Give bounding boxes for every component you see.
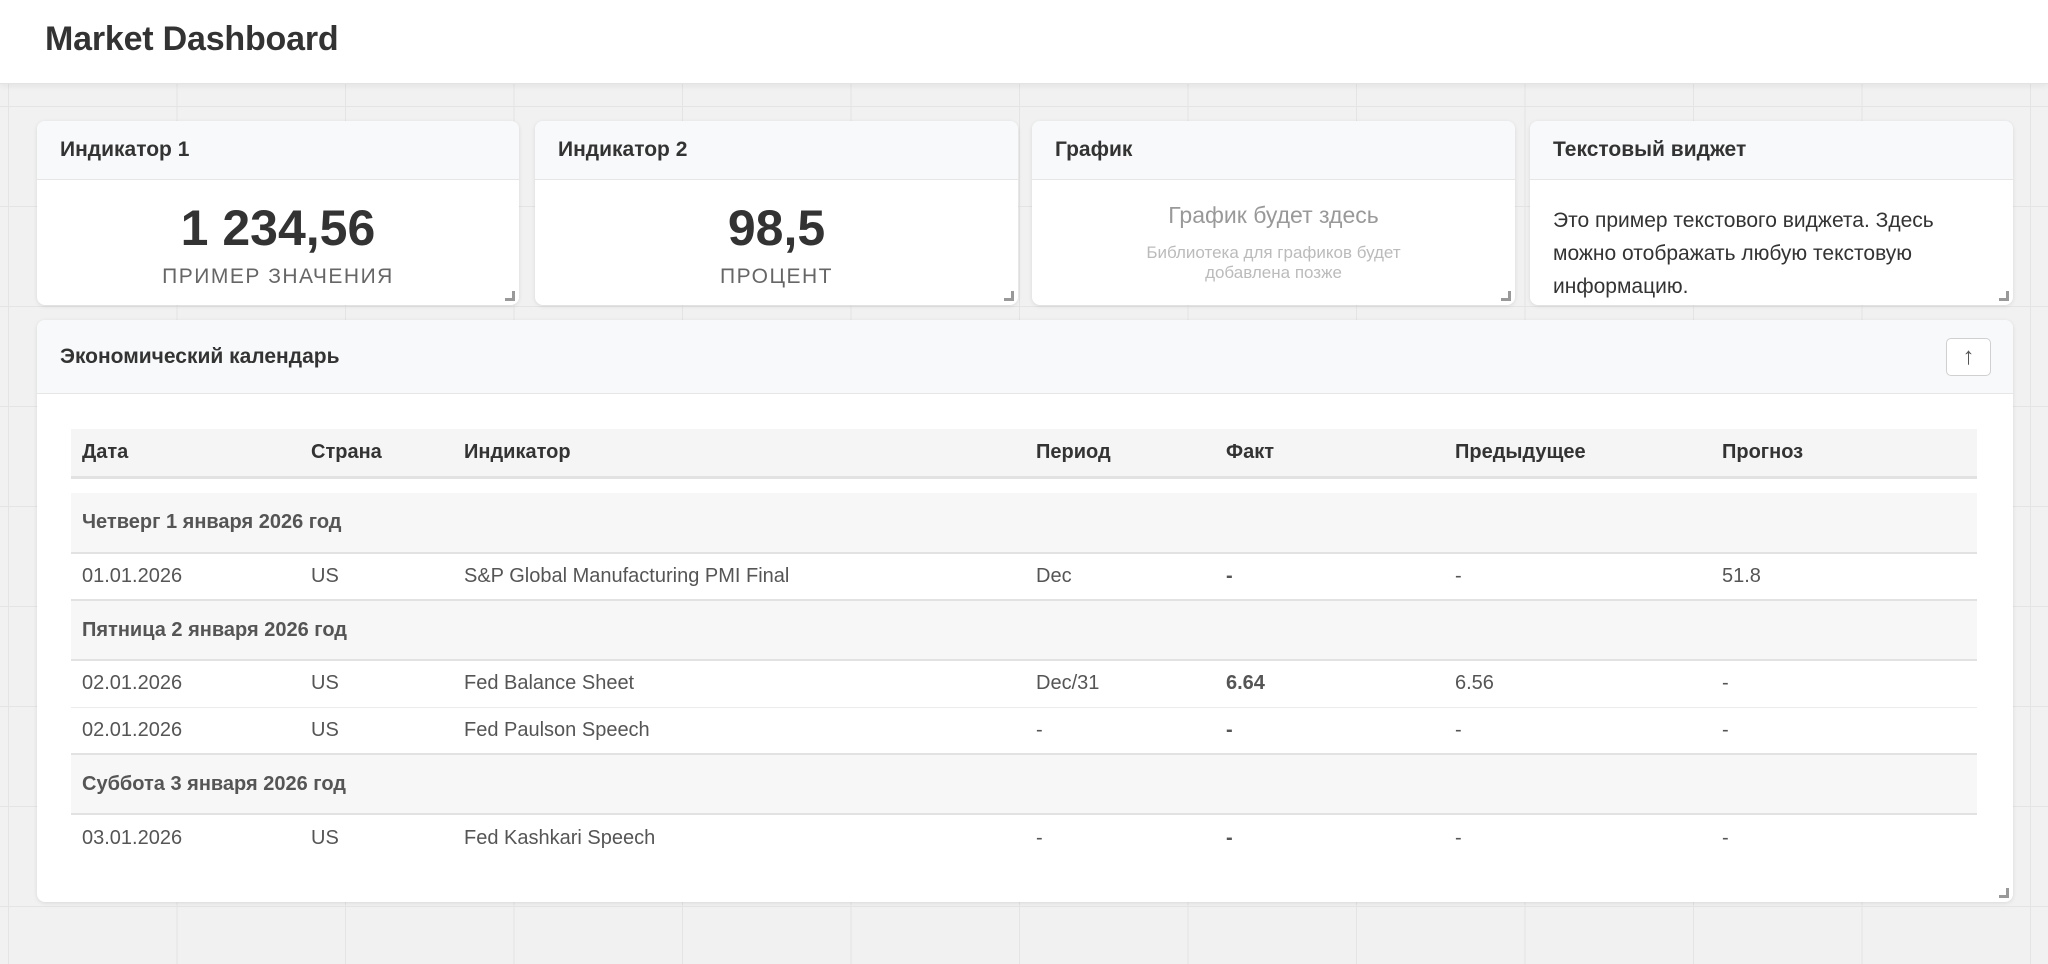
table-row[interactable]: 02.01.2026 US Fed Balance Sheet Dec/31 6… <box>71 660 1977 708</box>
cell-forecast: - <box>1711 660 1977 708</box>
widget-title: Индикатор 2 <box>558 138 688 161</box>
widget-header[interactable]: Экономический календарь ↑ <box>37 320 2013 394</box>
metric-label: ПРОЦЕНТ <box>719 265 833 288</box>
app-title: Market Dashboard <box>45 20 339 58</box>
column-header[interactable]: Страна <box>300 429 453 478</box>
column-header[interactable]: Прогноз <box>1711 429 1977 478</box>
cell-actual: - <box>1226 826 1233 849</box>
widget-header[interactable]: График <box>1032 121 1515 180</box>
cell-forecast: - <box>1722 826 1729 849</box>
metric-label: ПРИМЕР ЗНАЧЕНИЯ <box>162 265 394 288</box>
cell-indicator: Fed Balance Sheet <box>453 660 1025 708</box>
metric-value: 1 234,56 <box>180 200 376 256</box>
text-widget-body: Это пример текстового виджета. Здесь мож… <box>1553 209 1934 298</box>
cell-actual: 6.64 <box>1215 660 1444 708</box>
column-header[interactable]: Предыдущее <box>1444 429 1711 478</box>
resize-handle-icon[interactable] <box>1004 291 1014 301</box>
cell-forecast: 51.8 <box>1722 565 1761 587</box>
column-header[interactable]: Дата <box>71 429 300 478</box>
widget-title: График <box>1055 138 1133 161</box>
cell-date: 03.01.2026 <box>82 826 183 849</box>
day-label: Четверг 1 января 2026 год <box>71 493 1977 554</box>
widget-title: Текстовый виджет <box>1553 138 1747 161</box>
table-row[interactable]: 02.01.2026 US Fed Paulson Speech - - - - <box>71 707 1977 754</box>
day-group-row: Суббота 3 января 2026 год <box>71 753 1977 815</box>
resize-handle-icon[interactable] <box>1501 291 1511 301</box>
cell-previous: - <box>1455 826 1462 849</box>
widget-title: Индикатор 1 <box>60 138 190 161</box>
cell-indicator: S&P Global Manufacturing PMI Final <box>464 565 790 587</box>
resize-handle-icon[interactable] <box>1999 888 2009 898</box>
table-header-row: Дата Страна Индикатор Период Факт Предыд… <box>71 429 1977 478</box>
cell-country: US <box>311 718 339 741</box>
arrow-up-icon: ↑ <box>1962 342 1975 370</box>
widget-indicator-2: Индикатор 2 98,5 ПРОЦЕНТ <box>535 121 1018 305</box>
widget-header[interactable]: Индикатор 1 <box>37 121 519 180</box>
cell-period: Dec <box>1036 565 1072 587</box>
cell-previous: - <box>1455 718 1462 741</box>
cell-date: 02.01.2026 <box>82 718 183 741</box>
day-label: Пятница 2 января 2026 год <box>71 599 1977 661</box>
column-header[interactable]: Период <box>1025 429 1215 478</box>
metric-value: 98,5 <box>727 200 826 256</box>
collapse-button[interactable]: ↑ <box>1946 337 1991 376</box>
table-row[interactable]: 01.01.2026 US S&P Global Manufacturing P… <box>71 553 1977 600</box>
cell-period: - <box>1036 826 1043 849</box>
widget-text: Текстовый виджет Это пример текстового в… <box>1530 121 2013 305</box>
day-group-row: Четверг 1 января 2026 год <box>71 493 1977 554</box>
chart-placeholder: График будет здесь <box>1168 202 1379 228</box>
widget-chart: График График будет здесь Библиотека для… <box>1032 121 1515 305</box>
widget-header[interactable]: Текстовый виджет <box>1530 121 2013 180</box>
widget-economic-calendar: Экономический календарь ↑ Дата Страна Ин… <box>37 320 2013 902</box>
column-header[interactable]: Факт <box>1215 429 1444 478</box>
table-row[interactable]: 03.01.2026 US Fed Kashkari Speech - - - … <box>71 814 1977 861</box>
resize-handle-icon[interactable] <box>1999 291 2009 301</box>
top-bar: Market Dashboard <box>0 0 2048 84</box>
cell-previous: 6.56 <box>1444 660 1711 708</box>
cell-country: US <box>311 826 339 849</box>
cell-actual: - <box>1226 565 1233 587</box>
table-spacer <box>71 475 1977 493</box>
widget-indicator-1: Индикатор 1 1 234,56 ПРИМЕР ЗНАЧЕНИЯ <box>37 121 519 305</box>
cell-indicator: Fed Kashkari Speech <box>464 826 656 849</box>
day-group-row: Пятница 2 января 2026 год <box>71 599 1977 661</box>
chart-placeholder-note: Библиотека для графиков будет добавлена … <box>1146 243 1401 282</box>
widget-title: Экономический календарь <box>60 344 340 368</box>
cell-country: US <box>300 660 453 708</box>
cell-period: Dec/31 <box>1025 660 1215 708</box>
day-label: Суббота 3 января 2026 год <box>71 753 1977 815</box>
cell-date: 02.01.2026 <box>71 660 300 708</box>
cell-actual: - <box>1226 718 1233 741</box>
cell-indicator: Fed Paulson Speech <box>464 718 650 741</box>
widget-header[interactable]: Индикатор 2 <box>535 121 1018 180</box>
cell-country: US <box>311 565 339 587</box>
column-header[interactable]: Индикатор <box>453 429 1025 478</box>
cell-previous: - <box>1455 565 1462 587</box>
cell-period: - <box>1036 718 1043 741</box>
cell-forecast: - <box>1722 718 1729 741</box>
resize-handle-icon[interactable] <box>505 291 515 301</box>
calendar-table: Дата Страна Индикатор Период Факт Предыд… <box>71 429 1977 861</box>
cell-date: 01.01.2026 <box>82 565 183 587</box>
